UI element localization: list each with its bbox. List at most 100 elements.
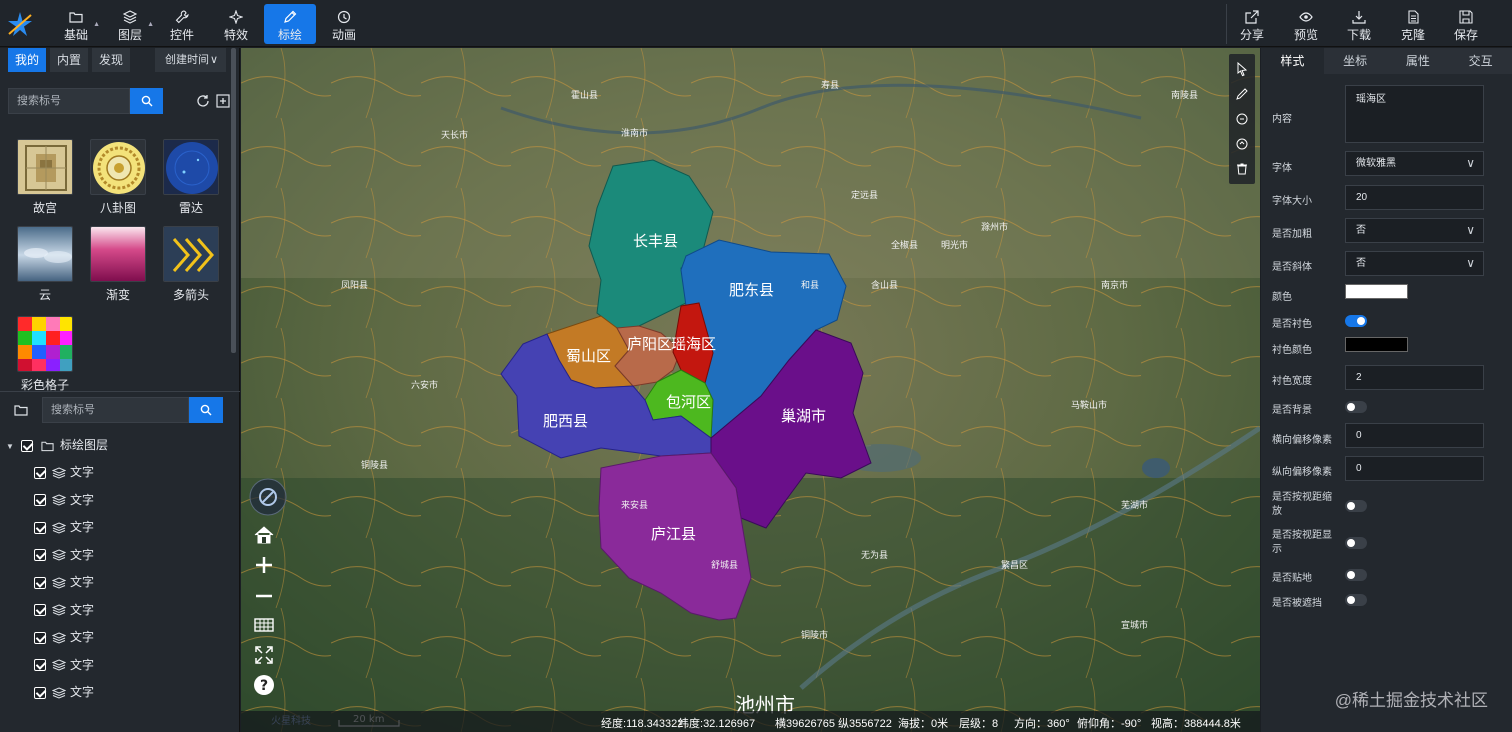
refresh-icon[interactable]: [196, 94, 210, 108]
trash-icon[interactable]: [1233, 160, 1251, 178]
map-region-label[interactable]: 包河区: [666, 393, 711, 411]
symbol-multi-arrow[interactable]: 多箭头: [161, 226, 221, 303]
offset-x-input[interactable]: 0: [1345, 423, 1484, 448]
redo-circle-icon[interactable]: [1233, 135, 1251, 153]
share-button[interactable]: 分享: [1226, 4, 1278, 44]
tool-effects-button[interactable]: 特效: [210, 4, 262, 44]
tree-root-row[interactable]: ▼ 标绘图层: [6, 433, 108, 457]
tree-item-checkbox[interactable]: [34, 576, 46, 589]
zoom-out-icon[interactable]: [253, 585, 275, 607]
tab-mine[interactable]: 我的: [8, 48, 46, 72]
map-view[interactable]: 长丰县 肥东县 蜀山区 庐阳区 瑶海区 包河区 肥西县 巢湖市 庐江县 池州市 …: [241, 48, 1260, 732]
color-picker[interactable]: [1345, 284, 1408, 299]
bold-select[interactable]: 否 ∨: [1345, 218, 1484, 243]
tree-item-checkbox[interactable]: [34, 604, 46, 617]
tree-search-input[interactable]: 搜索标号: [42, 397, 189, 423]
tree-item-row[interactable]: 文字: [34, 460, 94, 484]
tab-coordinates[interactable]: 坐标: [1324, 48, 1387, 74]
map-region-label[interactable]: 肥西县: [543, 412, 588, 430]
tab-style[interactable]: 样式: [1261, 48, 1324, 74]
scale-by-distance-toggle[interactable]: [1345, 500, 1367, 512]
outline-width-input[interactable]: 2: [1345, 365, 1484, 390]
fullscreen-icon[interactable]: [253, 644, 275, 666]
tree-item-checkbox[interactable]: [34, 631, 46, 644]
tree-item-row[interactable]: 文字: [34, 543, 94, 567]
tree-item-row[interactable]: 文字: [34, 625, 94, 649]
preview-button[interactable]: 预览: [1280, 4, 1332, 44]
map-region-label[interactable]: 瑶海区: [671, 335, 716, 353]
tree-item-checkbox[interactable]: [34, 521, 46, 534]
tree-item-row[interactable]: 文字: [34, 515, 94, 539]
tree-item-checkbox[interactable]: [34, 686, 46, 699]
symbol-cloud[interactable]: 云: [15, 226, 75, 303]
tool-plot-button[interactable]: 标绘: [264, 4, 316, 44]
clone-button[interactable]: 克隆: [1387, 4, 1439, 44]
tool-basic-button[interactable]: 基础 ▲: [50, 4, 102, 44]
folder-icon[interactable]: [14, 403, 28, 417]
occlusion-toggle[interactable]: [1345, 594, 1367, 606]
tree-item-checkbox[interactable]: [34, 466, 46, 479]
tool-layers-button[interactable]: 图层 ▲: [104, 4, 156, 44]
tree-item-row[interactable]: 文字: [34, 598, 94, 622]
symbol-palace[interactable]: 故宫: [15, 139, 75, 216]
save-button[interactable]: 保存: [1440, 4, 1492, 44]
tree-item-checkbox[interactable]: [34, 549, 46, 562]
tree-item-checkbox[interactable]: [34, 659, 46, 672]
symbol-search-input[interactable]: 搜索标号: [8, 88, 130, 114]
outline-toggle[interactable]: [1345, 315, 1367, 327]
tree-search-button[interactable]: [189, 397, 223, 423]
zoom-in-icon[interactable]: [253, 554, 275, 576]
sort-select[interactable]: 创建时间 ∨: [155, 48, 226, 72]
map-region-label[interactable]: 蜀山区: [566, 347, 611, 365]
font-size-input[interactable]: 20: [1345, 185, 1484, 210]
symbol-color-grid[interactable]: 彩色格子: [15, 316, 75, 393]
help-icon[interactable]: ?: [253, 674, 275, 696]
show-by-distance-toggle[interactable]: [1345, 537, 1367, 549]
clock-icon: [337, 10, 351, 24]
tree-item-row[interactable]: 文字: [34, 653, 94, 677]
basemap-grid-icon[interactable]: [253, 614, 275, 636]
tree-item-row[interactable]: 文字: [34, 680, 94, 704]
add-icon[interactable]: [216, 94, 230, 108]
tree-item-checkbox[interactable]: [34, 494, 46, 507]
content-textarea[interactable]: 瑶海区: [1345, 85, 1484, 143]
select-pointer-icon[interactable]: [1233, 60, 1251, 78]
background-toggle[interactable]: [1345, 401, 1367, 413]
tab-interaction[interactable]: 交互: [1449, 48, 1512, 74]
layer-stack-icon: [51, 577, 67, 589]
map-canvas[interactable]: 长丰县 肥东县 蜀山区 庐阳区 瑶海区 包河区 肥西县 巢湖市 庐江县 池州市 …: [241, 48, 1260, 732]
font-select[interactable]: 微软雅黑 ∨: [1345, 151, 1484, 176]
symbol-bagua-label: 八卦图: [99, 201, 136, 215]
symbol-scrollbar[interactable]: [231, 48, 236, 353]
map-region-label[interactable]: 巢湖市: [781, 407, 826, 425]
pencil-icon: [284, 10, 297, 23]
edit-pencil-icon[interactable]: [1233, 85, 1251, 103]
map-region-label[interactable]: 肥东县: [729, 281, 774, 299]
tool-controls-button[interactable]: 控件: [156, 4, 208, 44]
expand-caret-icon[interactable]: ▼: [6, 442, 14, 451]
tab-builtin[interactable]: 内置: [50, 48, 88, 72]
download-button[interactable]: 下载: [1333, 4, 1385, 44]
tab-attributes[interactable]: 属性: [1387, 48, 1450, 74]
home-icon[interactable]: [253, 524, 275, 546]
tab-discover[interactable]: 发现: [92, 48, 130, 72]
map-region-label[interactable]: 庐阳区: [627, 335, 672, 353]
search-icon: [141, 95, 152, 107]
stop-circle-icon[interactable]: [1233, 110, 1251, 128]
tree-item-row[interactable]: 文字: [34, 570, 94, 594]
layer-stack-icon: [51, 632, 67, 644]
compass-icon[interactable]: [249, 478, 287, 516]
tree-root-checkbox[interactable]: [21, 439, 34, 452]
tool-animation-button[interactable]: 动画: [318, 4, 370, 44]
symbol-bagua[interactable]: 八卦图: [88, 139, 148, 216]
tree-item-row[interactable]: 文字: [34, 488, 94, 512]
map-region-label[interactable]: 庐江县: [651, 525, 696, 543]
symbol-search-button[interactable]: [130, 88, 163, 114]
italic-select[interactable]: 否 ∨: [1345, 251, 1484, 276]
symbol-gradient[interactable]: 渐变: [88, 226, 148, 303]
symbol-radar[interactable]: 雷达: [161, 139, 221, 216]
offset-y-input[interactable]: 0: [1345, 456, 1484, 481]
outline-color-picker[interactable]: [1345, 337, 1408, 352]
clamp-ground-toggle[interactable]: [1345, 569, 1367, 581]
map-region-label[interactable]: 长丰县: [633, 232, 678, 250]
